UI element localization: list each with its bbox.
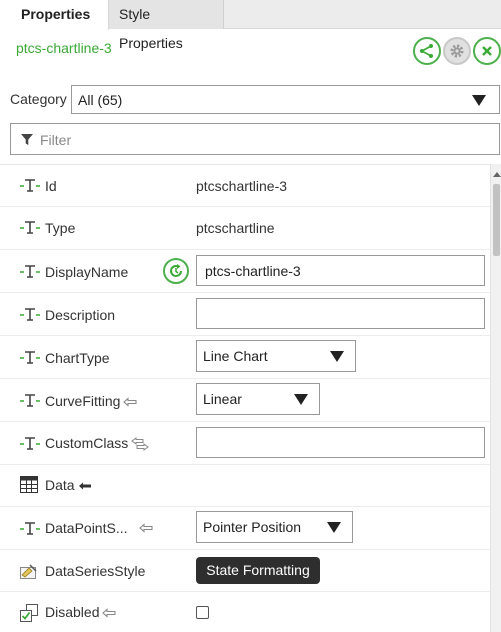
bind-target-icon[interactable] bbox=[102, 608, 117, 619]
category-value: All (65) bbox=[78, 92, 123, 108]
reset-to-default-button[interactable] bbox=[163, 258, 189, 284]
property-row-type: Type ptcschartline bbox=[0, 207, 490, 250]
property-row-displayname: DisplayName ptcs-chartline-3 bbox=[0, 250, 490, 293]
datapointselection-dropdown[interactable]: Pointer Position bbox=[196, 511, 353, 543]
state-formatting-button[interactable]: State Formatting bbox=[196, 557, 320, 584]
style-definition-icon bbox=[20, 564, 37, 579]
customclass-input[interactable] bbox=[196, 427, 485, 458]
property-row-dataseriesstyle: DataSeriesStyle State Formatting bbox=[0, 550, 490, 592]
bind-target-icon[interactable] bbox=[139, 523, 153, 533]
string-type-icon bbox=[20, 522, 40, 535]
bind-both-icon[interactable] bbox=[131, 437, 150, 452]
scrollbar-thumb[interactable] bbox=[493, 184, 500, 256]
property-row-customclass: CustomClass bbox=[0, 422, 490, 465]
property-list-scrollbar[interactable] bbox=[490, 164, 501, 632]
string-type-icon bbox=[20, 308, 40, 321]
property-row-id: Id ptcschartline-3 bbox=[0, 165, 490, 207]
property-row-data: Data bbox=[0, 465, 490, 507]
scroll-up-arrow-icon[interactable] bbox=[493, 172, 501, 177]
share-button[interactable] bbox=[413, 37, 441, 65]
string-type-icon bbox=[20, 265, 40, 278]
property-value: ptcschartline-3 bbox=[196, 178, 288, 194]
filter-input[interactable]: Filter bbox=[10, 123, 500, 155]
bind-target-icon[interactable] bbox=[123, 397, 138, 408]
description-input[interactable] bbox=[196, 298, 485, 329]
dropdown-value: Line Chart bbox=[203, 348, 268, 364]
charttype-dropdown[interactable]: Line Chart bbox=[196, 340, 356, 372]
filter-placeholder: Filter bbox=[40, 132, 72, 148]
settings-button[interactable] bbox=[443, 37, 471, 65]
tab-properties[interactable]: Properties bbox=[0, 0, 109, 30]
property-name: DataPointS... bbox=[45, 520, 128, 536]
property-name: Disabled bbox=[45, 604, 117, 620]
property-row-curvefitting: CurveFitting Linear bbox=[0, 379, 490, 422]
filter-icon bbox=[21, 134, 33, 145]
chevron-down-icon bbox=[327, 522, 341, 533]
properties-tab-bar: Properties Style Properties bbox=[0, 0, 501, 51]
close-button[interactable] bbox=[473, 37, 501, 65]
reset-icon bbox=[170, 264, 182, 277]
chevron-down-icon bbox=[472, 95, 486, 106]
string-type-icon bbox=[20, 394, 40, 407]
bind-target-filled-icon[interactable] bbox=[78, 481, 92, 491]
property-name-text: Disabled bbox=[45, 604, 100, 620]
property-row-charttype: ChartType Line Chart bbox=[0, 336, 490, 379]
property-name-text: CurveFitting bbox=[45, 393, 121, 409]
property-name-text: Data bbox=[45, 477, 75, 493]
property-name: ChartType bbox=[45, 350, 110, 366]
input-value: ptcs-chartline-3 bbox=[205, 263, 301, 279]
string-type-icon bbox=[20, 179, 40, 192]
dropdown-value: Pointer Position bbox=[203, 519, 302, 535]
boolean-icon bbox=[20, 604, 38, 622]
property-name: Description bbox=[45, 307, 116, 323]
chevron-down-icon bbox=[294, 394, 308, 405]
property-name: Id bbox=[45, 178, 57, 194]
property-value: ptcschartline bbox=[196, 220, 275, 236]
property-name: Data bbox=[45, 477, 92, 493]
string-type-icon bbox=[20, 437, 40, 450]
property-name: CurveFitting bbox=[45, 393, 138, 409]
share-icon bbox=[420, 44, 433, 58]
property-name: CustomClass bbox=[45, 435, 150, 452]
widget-name: ptcs-chartline-3 bbox=[16, 40, 112, 56]
property-name: DisplayName bbox=[45, 264, 129, 280]
curvefitting-dropdown[interactable]: Linear bbox=[196, 383, 320, 415]
infotable-icon bbox=[20, 476, 38, 493]
category-select[interactable]: All (65) bbox=[71, 85, 500, 114]
string-type-icon bbox=[20, 221, 40, 234]
property-name: DataSeriesStyle bbox=[45, 563, 146, 579]
tab-style-properties[interactable]: Style Properties bbox=[109, 0, 224, 51]
chevron-down-icon bbox=[330, 351, 344, 362]
property-name-text: CustomClass bbox=[45, 435, 129, 451]
gear-icon bbox=[450, 44, 464, 58]
string-type-icon bbox=[20, 351, 40, 364]
property-row-datapointselection: DataPointS... Pointer Position bbox=[0, 507, 490, 550]
close-icon bbox=[482, 46, 492, 56]
property-row-disabled: Disabled bbox=[0, 592, 490, 632]
property-list: Id ptcschartline-3 Type ptcschartline Di… bbox=[0, 164, 490, 632]
disabled-checkbox[interactable] bbox=[196, 606, 209, 619]
property-row-description: Description bbox=[0, 293, 490, 336]
dropdown-value: Linear bbox=[203, 391, 242, 407]
category-label: Category bbox=[10, 91, 67, 107]
displayname-input[interactable]: ptcs-chartline-3 bbox=[196, 255, 485, 286]
property-name: Type bbox=[45, 220, 76, 236]
